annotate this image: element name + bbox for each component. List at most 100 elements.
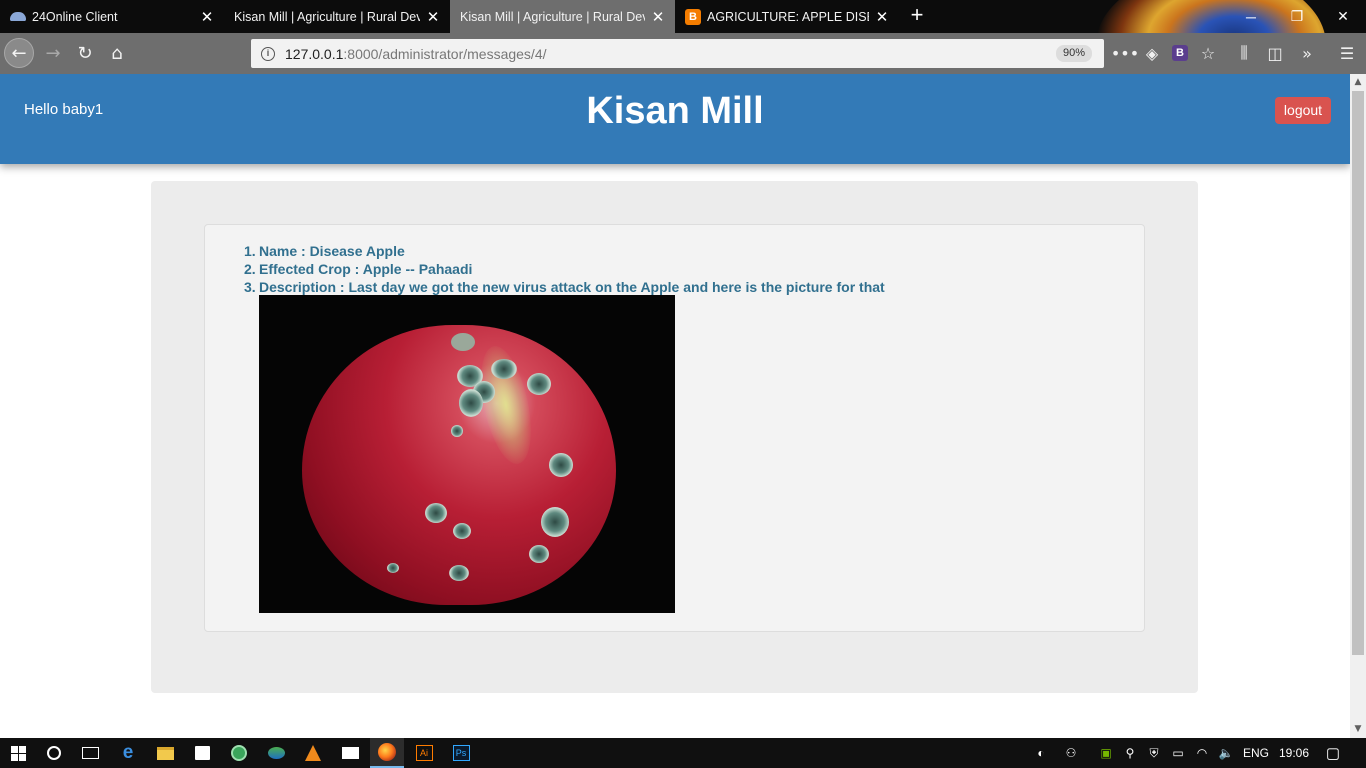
network-tool-icon[interactable]: ⚲ [1120,738,1140,768]
wifi-icon[interactable]: ◠ [1192,738,1212,768]
close-icon[interactable]: ✕ [875,9,889,26]
back-button[interactable]: ← [4,38,34,68]
tab-kisan-mill-active[interactable]: Kisan Mill | Agriculture | Rural Deve ✕ [450,0,675,33]
scroll-thumb[interactable] [1352,91,1364,655]
scab-spot [527,373,551,395]
security-icon[interactable]: ⛨ [1144,738,1164,768]
tab-apple-disease[interactable]: B AGRICULTURE: APPLE DISEASE ✕ [675,0,899,33]
bookmark-extension-icon[interactable]: B [1167,40,1193,66]
app-button[interactable] [222,738,256,768]
disease-apple-photo [259,295,675,613]
scab-spot [491,359,517,379]
overflow-icon[interactable]: » [1294,40,1320,66]
restore-button[interactable]: ❐ [1274,0,1320,33]
edge-button[interactable]: e [111,738,145,768]
home-button[interactable]: ⌂ [102,38,132,68]
close-icon[interactable]: ✕ [426,9,440,26]
content-well: 1. Name : Disease Apple 2. Effected Crop :… [151,181,1198,693]
page-scrollbar[interactable]: ▲ ▼ [1350,74,1366,738]
library-icon[interactable]: ⫼ [1231,40,1257,66]
reload-button[interactable]: ↻ [70,38,100,68]
vlc-button[interactable] [296,738,330,768]
message-panel: 1. Name : Disease Apple 2. Effected Crop :… [204,224,1145,632]
task-view-button[interactable] [73,738,107,768]
window-close-button[interactable]: ✕ [1320,0,1366,33]
firefox-button[interactable] [370,738,404,768]
cortana-icon [47,746,61,760]
scab-spot [549,453,573,477]
cloud-icon [10,9,26,25]
minimize-button[interactable]: ─ [1228,0,1274,33]
tab-label: 24Online Client [32,9,118,24]
file-explorer-button[interactable] [148,738,182,768]
battery-icon[interactable]: ▭ [1168,738,1188,768]
scab-spot [529,545,549,563]
url-bar[interactable]: i 127.0.0.1:8000/administrator/messages/… [251,39,1104,68]
nvidia-icon[interactable]: ▣ [1096,738,1116,768]
message-name: Name : Disease Apple [259,243,405,259]
scroll-down-arrow[interactable]: ▼ [1350,721,1366,738]
cortana-button[interactable] [37,738,71,768]
illustrator-button[interactable]: Ai [407,738,441,768]
vlc-icon [305,745,321,761]
close-icon[interactable]: ✕ [651,9,665,26]
browser-nav-bar: ← → ↻ ⌂ i 127.0.0.1:8000/administrator/m… [0,33,1366,74]
volume-icon[interactable]: 🔈 [1216,738,1236,768]
site-title: Kisan Mill [586,90,764,132]
start-button[interactable] [1,738,35,768]
forward-button[interactable]: → [38,38,68,68]
url-text[interactable]: 127.0.0.1:8000/administrator/messages/4/ [285,46,547,62]
logout-button[interactable]: logout [1275,97,1331,124]
edge-icon: e [122,742,134,763]
scab-spot [451,425,463,437]
zoom-indicator[interactable]: 90% [1055,45,1092,62]
blogger-icon: B [685,8,701,25]
windows-taskbar: e Ai Ps ◐ ⚇ ▣ ⚲ ⛨ ▭ ◠ 🔈 ENG 19:06 ▢ [0,738,1366,768]
apple-stem [451,333,475,351]
star-icon[interactable]: ☆ [1195,40,1221,66]
language-indicator[interactable]: ENG [1240,738,1272,768]
page-actions-icon[interactable]: ••• [1111,40,1139,66]
browser-tab-strip: 24Online Client ✕ Kisan Mill | Agricultu… [0,0,1366,33]
list-item: 1. Name : Disease Apple [244,243,405,259]
store-button[interactable] [185,738,219,768]
scab-spot [453,523,471,539]
message-description: Description : Last day we got the new vi… [259,279,885,295]
folder-icon [156,746,174,760]
message-crop: Effected Crop : Apple -- Pahaadi [259,261,473,277]
scroll-up-arrow[interactable]: ▲ [1350,74,1366,91]
globe-app-icon [267,747,285,759]
scab-spot [449,565,469,581]
store-icon [194,746,210,760]
illustrator-icon: Ai [415,745,433,761]
scab-spot [541,507,569,537]
app-button[interactable] [259,738,293,768]
url-path: :8000/administrator/messages/4/ [343,45,547,62]
url-host: 127.0.0.1 [285,45,344,62]
tab-label: AGRICULTURE: APPLE DISEASE [707,9,869,24]
new-tab-button[interactable]: + [905,4,929,28]
sidebar-icon[interactable]: ◫ [1262,40,1288,66]
close-icon[interactable]: ✕ [200,9,214,26]
green-app-icon [231,745,247,761]
page-viewport: Hello baby1 Kisan Mill logout 1. Name : D… [0,74,1350,738]
people-icon[interactable]: ⚇ [1060,738,1082,768]
task-view-icon [81,747,99,759]
scab-spot [387,563,399,573]
tab-kisan-mill-1[interactable]: Kisan Mill | Agriculture | Rural Deve ✕ [224,0,450,33]
pocket-icon[interactable]: ◈ [1139,40,1165,66]
tab-label: Kisan Mill | Agriculture | Rural Deve [234,9,420,24]
message-details-list: 1. Name : Disease Apple 2. Effected Crop :… [244,242,885,296]
info-icon[interactable]: i [261,46,275,61]
photoshop-button[interactable]: Ps [444,738,478,768]
site-header: Hello baby1 Kisan Mill logout [0,74,1350,164]
mail-button[interactable] [333,738,367,768]
tray-app-icon[interactable]: ◐ [1030,738,1052,768]
photoshop-icon: Ps [452,745,470,761]
clock[interactable]: 19:06 [1274,738,1314,768]
firefox-icon [378,743,396,761]
list-item: 3. Description : Last day we got the new … [244,279,885,295]
action-center-icon[interactable]: ▢ [1320,738,1346,768]
menu-icon[interactable]: ☰ [1334,40,1360,66]
tab-24online-client[interactable]: 24Online Client ✕ [0,0,224,33]
